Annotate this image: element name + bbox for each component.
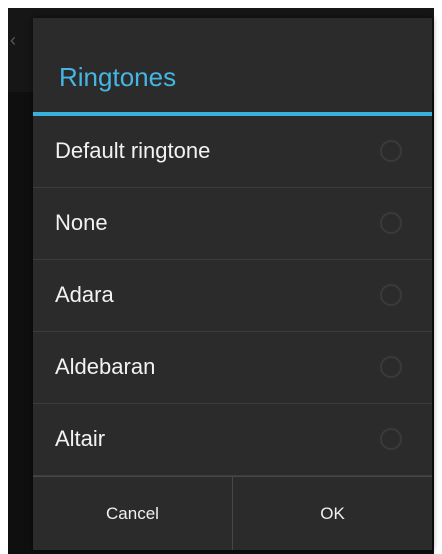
- dialog-title: Ringtones: [59, 62, 177, 92]
- radio-button-icon[interactable]: [380, 212, 402, 234]
- ringtone-option-aldebaran[interactable]: Aldebaran: [33, 332, 432, 404]
- ringtone-list: Default ringtone None Adara Aldebaran Al…: [33, 116, 432, 476]
- ringtone-option-label: Aldebaran: [55, 354, 156, 379]
- ringtones-dialog: Ringtones Default ringtone None Adara Al…: [33, 18, 432, 550]
- ok-button[interactable]: OK: [233, 477, 432, 550]
- ringtone-option-label: Default ringtone: [55, 138, 211, 163]
- ringtone-option-default[interactable]: Default ringtone: [33, 116, 432, 188]
- ringtone-option-label: None: [55, 210, 108, 235]
- ringtone-option-adara[interactable]: Adara: [33, 260, 432, 332]
- chevron-left-icon[interactable]: ‹: [10, 30, 24, 50]
- ringtone-option-none[interactable]: None: [33, 188, 432, 260]
- radio-button-icon[interactable]: [380, 356, 402, 378]
- ringtone-option-label: Altair: [55, 426, 106, 451]
- radio-button-icon[interactable]: [380, 140, 402, 162]
- dialog-button-bar: Cancel OK: [33, 476, 432, 550]
- screen: ‹ Ringtones Default ringtone None Adara …: [0, 0, 442, 554]
- ringtone-option-altair[interactable]: Altair: [33, 404, 432, 476]
- radio-button-icon[interactable]: [380, 284, 402, 306]
- cancel-button[interactable]: Cancel: [33, 477, 232, 550]
- radio-button-icon[interactable]: [380, 428, 402, 450]
- ringtone-option-label: Adara: [55, 282, 114, 307]
